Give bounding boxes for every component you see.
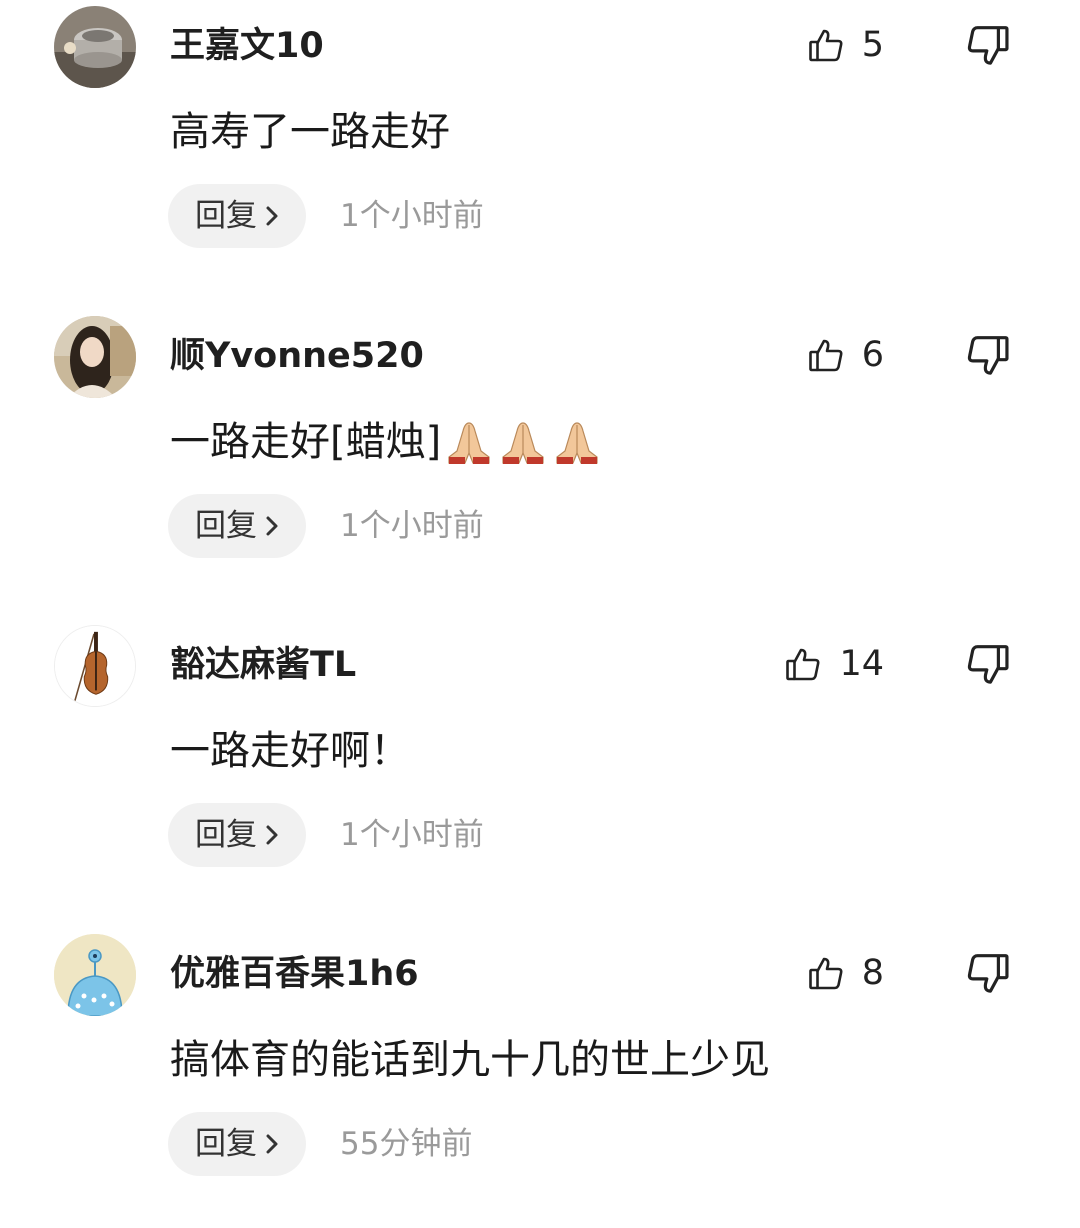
username[interactable]: 豁达麻酱TL <box>170 641 356 689</box>
like-count: 14 <box>839 644 884 684</box>
thumbs-up-icon <box>785 646 821 682</box>
like-count: 6 <box>861 335 884 375</box>
comment-item: 豁达麻酱TL 14 一路走好啊！ 回复 1个小时前 <box>0 619 1080 919</box>
thumbs-down-icon <box>966 643 1010 687</box>
avatar[interactable] <box>54 6 136 88</box>
comment-item: 顺Yvonne520 6 一路走好[蜡烛] 回复 1个小时前 <box>0 310 1080 610</box>
thumbs-down-icon <box>966 24 1010 68</box>
thumbs-down-icon <box>966 952 1010 996</box>
like-button[interactable]: 5 <box>808 20 884 70</box>
comment-text-body: 一路走好啊！ <box>170 728 410 774</box>
comment-text-body: 搞体育的能话到九十几的世上少见 <box>170 1037 770 1083</box>
comment-text: 一路走好[蜡烛] <box>170 414 603 480</box>
timestamp: 1个小时前 <box>340 198 484 234</box>
dislike-button[interactable] <box>966 24 1010 68</box>
reply-button[interactable]: 回复 <box>168 184 306 248</box>
reply-button[interactable]: 回复 <box>168 1112 306 1176</box>
like-button[interactable]: 6 <box>808 330 884 380</box>
like-button[interactable]: 14 <box>785 639 884 689</box>
reply-button[interactable]: 回复 <box>168 803 306 867</box>
chevron-right-icon <box>266 1134 278 1154</box>
like-count: 8 <box>861 953 884 993</box>
username[interactable]: 顺Yvonne520 <box>170 332 424 380</box>
avatar[interactable] <box>54 934 136 1016</box>
reply-label: 回复 <box>195 508 257 544</box>
like-button[interactable]: 8 <box>808 948 884 998</box>
reply-button[interactable]: 回复 <box>168 494 306 558</box>
reply-label: 回复 <box>195 198 257 234</box>
thumbs-up-icon <box>808 955 844 991</box>
username[interactable]: 优雅百香果1h6 <box>170 950 419 998</box>
avatar[interactable] <box>54 316 136 398</box>
folded-hands-emoji <box>443 417 495 480</box>
dislike-button[interactable] <box>966 952 1010 996</box>
comment-item: 优雅百香果1h6 8 搞体育的能话到九十几的世上少见 回复 55分钟前 <box>0 928 1080 1228</box>
chevron-right-icon <box>266 825 278 845</box>
thumbs-up-icon <box>808 27 844 63</box>
chevron-right-icon <box>266 206 278 226</box>
comment-text-body: 一路走好[蜡烛] <box>170 419 442 465</box>
thumbs-down-icon <box>966 334 1010 378</box>
dislike-button[interactable] <box>966 334 1010 378</box>
thumbs-up-icon <box>808 337 844 373</box>
folded-hands-emoji <box>551 417 603 480</box>
timestamp: 1个小时前 <box>340 817 484 853</box>
comment-text: 高寿了一路走好 <box>170 104 450 160</box>
comment-text: 一路走好啊！ <box>170 723 410 779</box>
reply-label: 回复 <box>195 1126 257 1162</box>
comment-item: 王嘉文10 5 高寿了一路走好 回复 1个小时前 <box>0 0 1080 300</box>
username[interactable]: 王嘉文10 <box>170 22 324 70</box>
dislike-button[interactable] <box>966 643 1010 687</box>
avatar[interactable] <box>54 625 136 707</box>
chevron-right-icon <box>266 516 278 536</box>
like-count: 5 <box>861 25 884 65</box>
timestamp: 1个小时前 <box>340 508 484 544</box>
reply-label: 回复 <box>195 817 257 853</box>
folded-hands-emoji <box>497 417 549 480</box>
comment-text-body: 高寿了一路走好 <box>170 109 450 155</box>
comment-text: 搞体育的能话到九十几的世上少见 <box>170 1032 770 1088</box>
timestamp: 55分钟前 <box>340 1126 473 1162</box>
